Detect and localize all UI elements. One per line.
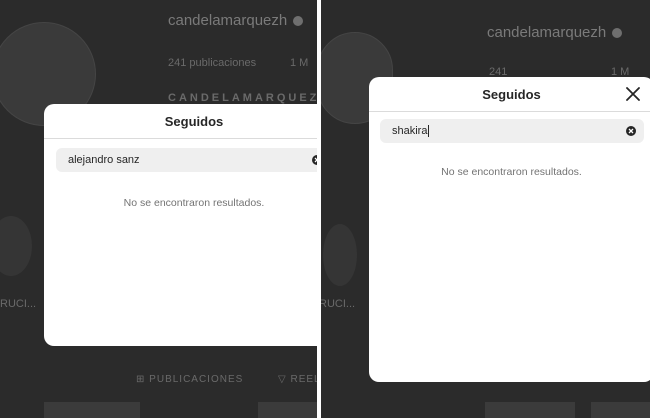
post-thumbnail	[44, 402, 140, 418]
story-highlight	[0, 216, 32, 276]
no-results-message: No se encontraron resultados.	[123, 197, 265, 209]
search-input[interactable]: alejandro sanz	[56, 148, 317, 172]
profile-display-name: CANDELAMARQUEZ	[168, 92, 317, 104]
story-highlight-label: RUCI...	[321, 298, 356, 310]
grid-icon: ⊞	[136, 374, 150, 385]
verified-badge-icon	[293, 16, 304, 27]
profile-followers-count: 1 M	[290, 57, 309, 69]
left-screenshot-panel: candelamarquezh 241 publicaciones 1 M CA…	[0, 0, 317, 418]
modal-header: Seguidos	[44, 104, 317, 139]
profile-username: candelamarquezh	[168, 12, 304, 29]
modal-title: Seguidos	[164, 113, 224, 129]
text-caret	[428, 125, 430, 138]
profile-username: candelamarquezh	[487, 24, 623, 41]
post-thumbnail	[258, 402, 317, 418]
post-thumbnail	[591, 402, 650, 418]
reels-icon: ▽	[278, 374, 291, 385]
verified-badge-icon	[612, 28, 623, 39]
search-input-value: shakira	[392, 124, 430, 138]
modal-header: Seguidos	[369, 77, 650, 112]
right-screenshot-panel: candelamarquezh 241 1 M RUCI... Seguidos…	[321, 0, 650, 418]
clear-search-icon[interactable]	[626, 126, 636, 136]
search-input-value: alejandro sanz	[68, 154, 140, 166]
story-highlight-label: RUCI...	[0, 298, 37, 310]
search-input[interactable]: shakira	[380, 119, 644, 143]
close-icon[interactable]	[622, 83, 644, 105]
following-modal: Seguidos shakira No se encontraron resul…	[369, 77, 650, 382]
posts-tab: ⊞ PUBLICACIONES	[136, 374, 244, 385]
reels-tab: ▽ REEL	[278, 374, 317, 385]
following-modal: Seguidos alejandro sanz No se encontraro…	[44, 104, 317, 346]
no-results-message: No se encontraron resultados.	[441, 166, 582, 178]
post-thumbnail	[485, 402, 575, 418]
story-highlight	[323, 224, 357, 286]
modal-title: Seguidos	[482, 86, 541, 102]
profile-posts-count: 241 publicaciones	[168, 57, 257, 69]
